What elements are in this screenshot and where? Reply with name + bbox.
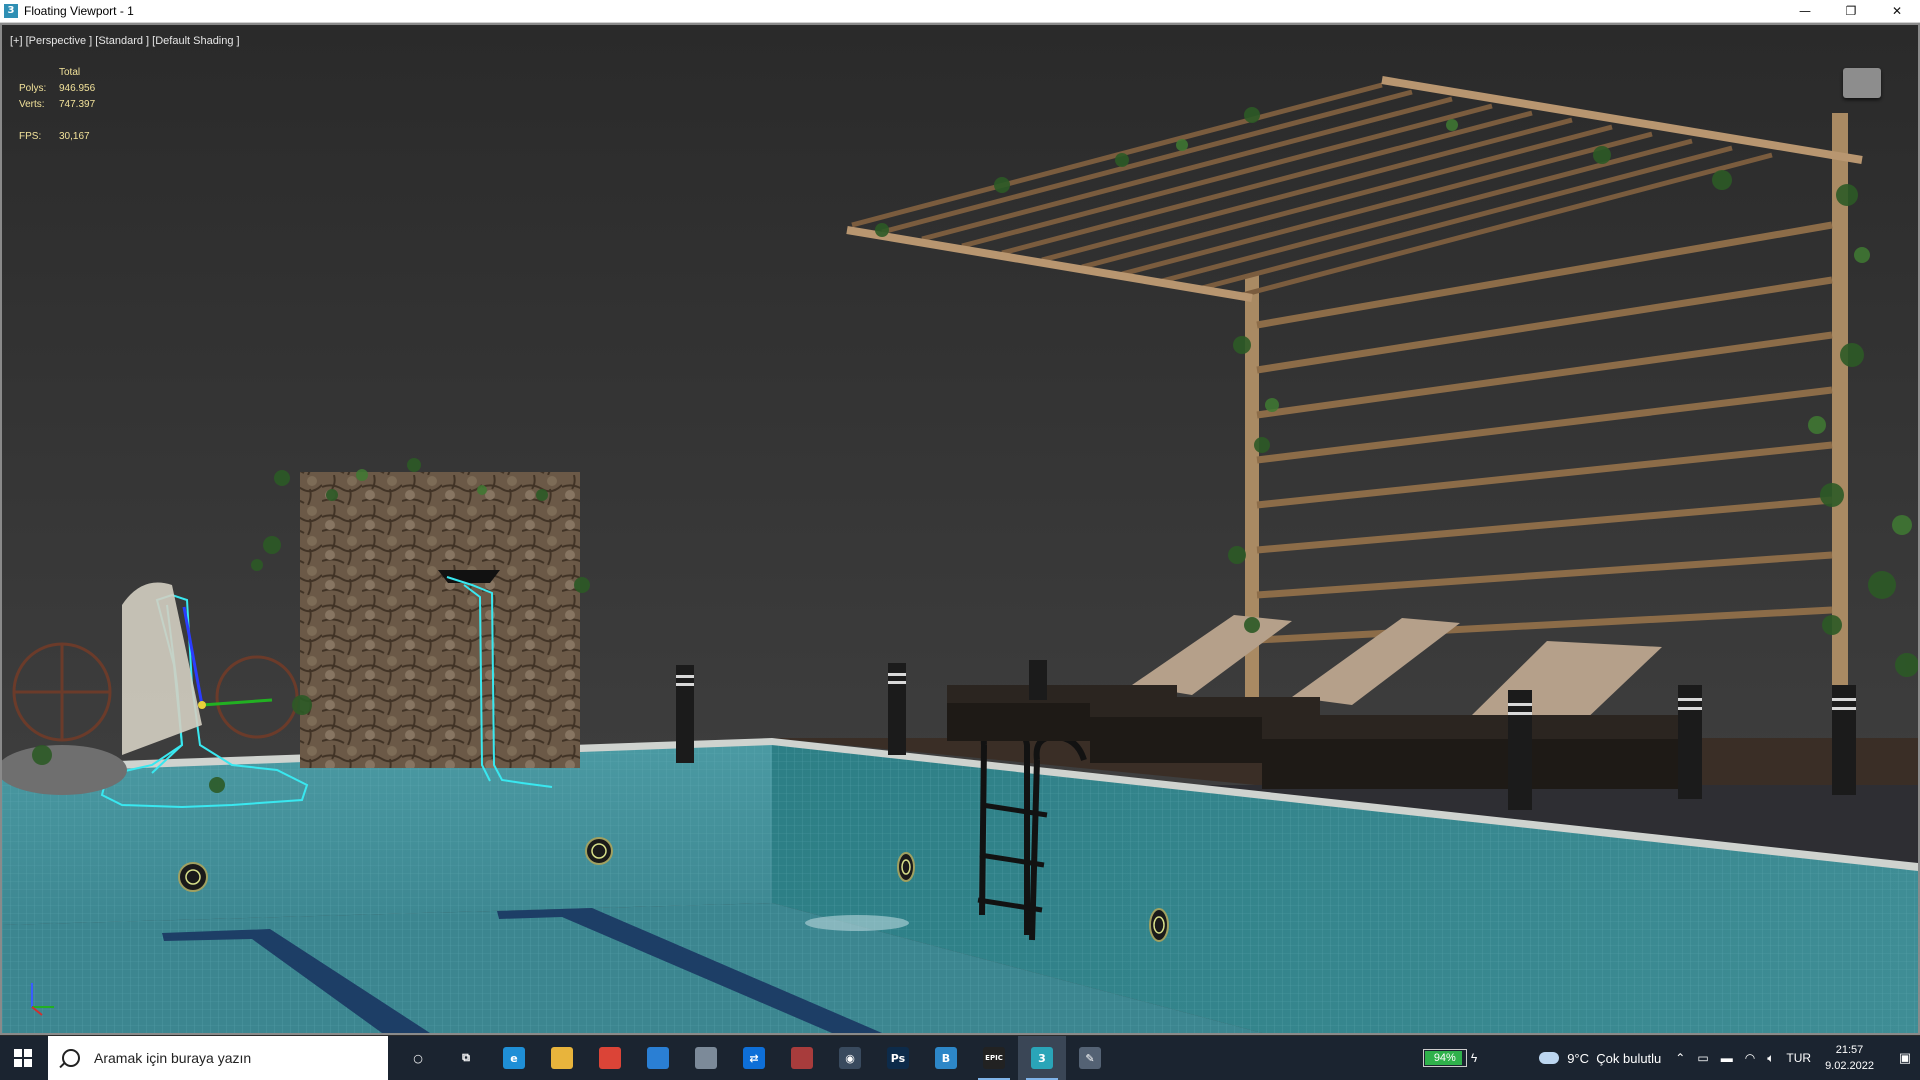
taskbar-search-box[interactable]: Aramak için buraya yazın [48, 1036, 388, 1080]
cloud-icon [1535, 1048, 1560, 1064]
taskbar-winrar-button[interactable] [778, 1036, 826, 1080]
fps-row: FPS: 30,167 [19, 129, 95, 145]
battery-percent: 94% [1433, 1052, 1456, 1064]
taskbar-edge-button[interactable]: e [490, 1036, 538, 1080]
weather-temp: 9°C [1567, 1050, 1590, 1066]
cortana-icon: ○ [407, 1047, 429, 1069]
taskbar-cortana-button[interactable]: ○ [394, 1036, 442, 1080]
clock-date: 9.02.2022 [1825, 1060, 1874, 1072]
verts-row: Verts: 747.397 [19, 97, 95, 113]
camera-icon: ◉ [839, 1047, 861, 1069]
stats-header: Total [59, 67, 81, 78]
stats-header-row: Total [19, 65, 95, 81]
weather-widget[interactable]: 9°C Çok bulutlu [1535, 1048, 1662, 1066]
weather-desc: Çok bulutlu [1596, 1050, 1662, 1066]
polys-label: Polys: [19, 83, 47, 94]
verts-value: 747.397 [59, 99, 96, 110]
battery-tray-icon[interactable]: ▬ [1721, 1051, 1733, 1065]
file-explorer-icon [551, 1047, 573, 1069]
verts-label: Verts: [19, 99, 45, 110]
viewcube[interactable] [1843, 68, 1881, 98]
wifi-icon[interactable]: ◠ [1745, 1051, 1755, 1065]
fps-label: FPS: [19, 131, 42, 142]
taskbar-camera-button[interactable]: ◉ [826, 1036, 874, 1080]
taskbar-photoshop-button[interactable]: Ps [874, 1036, 922, 1080]
photoshop-icon: Ps [887, 1047, 909, 1069]
app-icon-2: ✎ [1079, 1047, 1101, 1069]
taskbar-teamviewer-button[interactable]: ⇄ [730, 1036, 778, 1080]
window-title: Floating Viewport - 1 [24, 4, 134, 18]
fps-value: 30,167 [59, 131, 90, 142]
notification-icon[interactable]: ▣ [1890, 1036, 1920, 1080]
taskbar-app-1-button[interactable] [682, 1036, 730, 1080]
store-icon [647, 1047, 669, 1069]
system-tray: 94% ϟ 9°C Çok bulutlu ⌃ ▭ ▬ ◠ 🔈︎ TUR 21:… [1422, 1036, 1920, 1080]
taskbar-file-explorer-button[interactable] [538, 1036, 586, 1080]
taskbar-app-b-button[interactable]: B [922, 1036, 970, 1080]
battery-icon: 94% [1422, 1049, 1467, 1067]
network-drive-icon[interactable]: ▭ [1697, 1051, 1708, 1065]
chrome-icon [599, 1047, 621, 1069]
polys-value: 946.956 [59, 83, 96, 94]
charging-icon: ϟ [1470, 1051, 1478, 1065]
app-b-icon: B [935, 1047, 957, 1069]
3dsmax-app-icon: 3 [4, 4, 18, 18]
search-placeholder: Aramak için buraya yazın [94, 1050, 252, 1066]
windows-icon [14, 1049, 32, 1067]
edge-icon: e [503, 1047, 525, 1069]
window-controls: — ❐ ✕ [1782, 0, 1920, 22]
search-icon [62, 1049, 80, 1067]
taskbar: Aramak için buraya yazın ○ ⧉ e ⇄ ◉ Ps B EPIC 3 ✎ … [0, 1036, 1920, 1080]
chevron-up-icon[interactable]: ⌃ [1675, 1051, 1685, 1065]
perspective-viewport[interactable]: [+] [Perspective ] [Standard ] [Default … [0, 23, 1920, 1035]
taskbar-chrome-button[interactable] [586, 1036, 634, 1080]
restore-button[interactable]: ❐ [1828, 0, 1874, 22]
task-view-icon: ⧉ [455, 1047, 477, 1069]
language-indicator[interactable]: TUR [1786, 1051, 1811, 1065]
app-icon-1 [695, 1047, 717, 1069]
tray-icons: ⌃ ▭ ▬ ◠ 🔈︎ TUR [1675, 1051, 1811, 1066]
winrar-icon [791, 1047, 813, 1069]
taskbar-epic-games-button[interactable]: EPIC [970, 1036, 1018, 1080]
taskbar-apps: ○ ⧉ e ⇄ ◉ Ps B EPIC 3 ✎ [394, 1036, 1114, 1080]
polys-row: Polys: 946.956 [19, 81, 95, 97]
epic-games-icon: EPIC [983, 1047, 1005, 1069]
minimize-button[interactable]: — [1782, 0, 1828, 22]
taskbar-app-2-button[interactable]: ✎ [1066, 1036, 1114, 1080]
3dsmax-icon: 3 [1031, 1047, 1053, 1069]
statistics-overlay: Total Polys: 946.956 Verts: 747.397 FPS: 30… [19, 65, 95, 145]
teamviewer-icon: ⇄ [743, 1047, 765, 1069]
taskbar-task-view-button[interactable]: ⧉ [442, 1036, 490, 1080]
title-bar: 3 Floating Viewport - 1 — ❐ ✕ [0, 0, 1920, 23]
scene-render [2, 76, 1918, 1033]
start-button[interactable] [0, 1036, 46, 1080]
taskbar-store-button[interactable] [634, 1036, 682, 1080]
close-button[interactable]: ✕ [1874, 0, 1920, 22]
battery-indicator[interactable]: 94% ϟ [1422, 1049, 1478, 1067]
taskbar-3dsmax-button[interactable]: 3 [1018, 1036, 1066, 1080]
viewport-menu-label[interactable]: [+] [Perspective ] [Standard ] [Default … [10, 35, 240, 47]
volume-icon[interactable]: 🔈︎ [1767, 1051, 1774, 1066]
clock-time: 21:57 [1835, 1044, 1864, 1056]
clock[interactable]: 21:57 9.02.2022 [1825, 1042, 1874, 1074]
